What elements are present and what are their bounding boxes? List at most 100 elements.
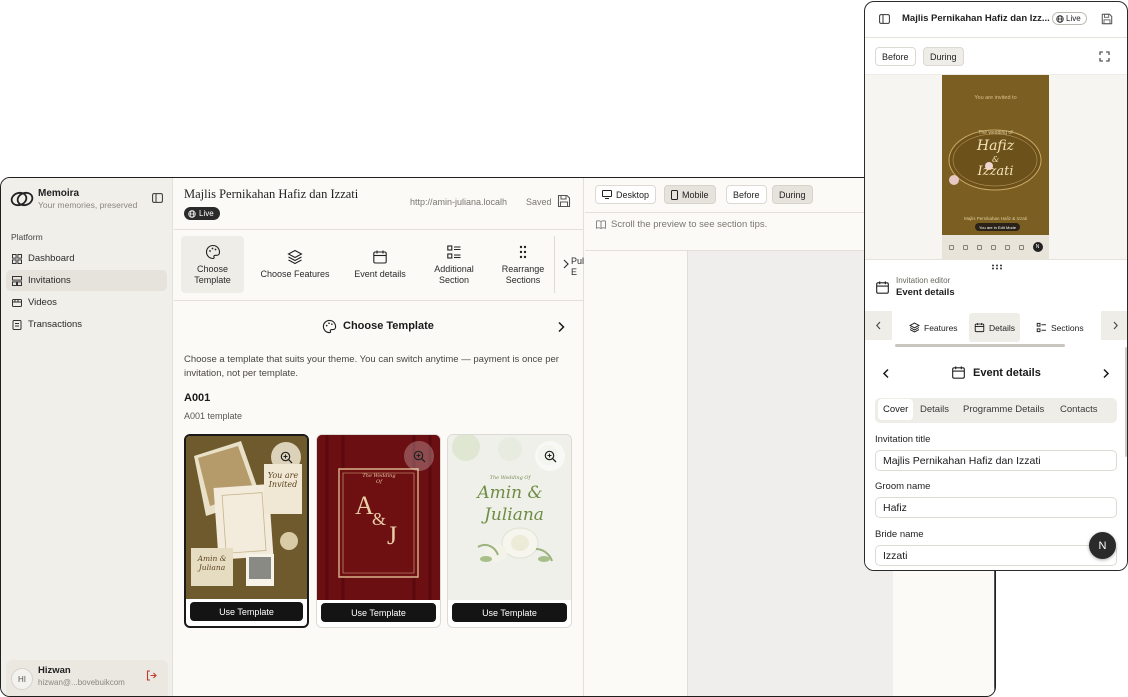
sidebar: Memoira Your memories, preserved Platfor… <box>1 178 173 696</box>
status-badge-label: Live <box>199 209 214 218</box>
sidebar-item-label: Dashboard <box>28 253 75 264</box>
template-card-a001-2[interactable]: The Wedding Of A & J Use Template <box>316 434 441 628</box>
tab-sections[interactable]: Sections <box>1031 313 1089 342</box>
use-template-button[interactable]: Use Template <box>321 603 436 622</box>
divider <box>174 229 584 230</box>
film-icon <box>12 298 22 307</box>
preview-hint: Scroll the preview to see section tips. <box>611 219 768 230</box>
step-event-details[interactable]: Event details <box>344 236 416 293</box>
segment-contacts[interactable]: Contacts <box>1055 399 1103 420</box>
card-amp: & <box>991 155 1000 164</box>
divider <box>174 300 584 301</box>
toggle-sidebar-icon[interactable] <box>152 193 163 203</box>
tabs-scroll-right-button[interactable] <box>1101 311 1127 340</box>
next-section-chevron-icon[interactable] <box>1102 368 1110 379</box>
zoom-in-icon[interactable] <box>271 442 301 472</box>
sidebar-section-label: Platform <box>11 232 43 242</box>
user-email: hizwan@...bovebuikcom <box>38 678 125 687</box>
tabs-scroll-left-button[interactable] <box>865 311 892 340</box>
sidebar-item-dashboard[interactable]: Dashboard <box>6 248 167 269</box>
sidebar-item-label: Transactions <box>28 319 83 330</box>
grip-icon <box>519 245 527 258</box>
step-additional-section[interactable]: Additional Section <box>422 236 486 293</box>
card-footer-text: Majlis Pernikahan Hafiz & Izzati <box>963 216 1028 221</box>
layers-icon <box>287 249 303 265</box>
edit-mode-pill: You are in Edit Mode <box>975 223 1020 231</box>
template-script-names: Amin & Juliana <box>197 554 227 572</box>
prev-section-chevron-icon[interactable] <box>882 368 890 379</box>
grid-icon <box>12 253 22 264</box>
card-avatar: N <box>1032 242 1043 252</box>
use-template-button[interactable]: Use Template <box>190 602 303 621</box>
list-icon <box>1036 322 1046 333</box>
user-name: Hizwan <box>38 665 71 676</box>
template-initial-a: A <box>355 491 374 520</box>
layers-icon <box>909 322 920 333</box>
site-url-link[interactable]: http://amin-juliana.localh <box>410 197 507 207</box>
sidebar-item-transactions[interactable]: Transactions <box>6 314 167 335</box>
before-stage-button[interactable]: Before <box>726 185 767 204</box>
toggle-sidebar-icon[interactable] <box>879 14 890 24</box>
use-template-button[interactable]: Use Template <box>452 603 567 622</box>
tab-features[interactable]: Features <box>904 313 963 342</box>
step-rearrange-sections[interactable]: Rearrange Sections <box>490 236 556 293</box>
template-initial-b: J <box>387 521 398 550</box>
groom-name-input[interactable]: Hafiz <box>875 497 1117 518</box>
during-stage-button[interactable]: During <box>923 47 964 66</box>
zoom-in-icon[interactable] <box>535 441 565 471</box>
nav-dot-icon <box>990 244 996 250</box>
save-icon[interactable] <box>1101 13 1113 25</box>
step-publish-partial[interactable]: Pul E <box>554 236 584 293</box>
card-wedding-of-text: The wedding of <box>978 130 1013 136</box>
chevron-right-icon <box>1113 321 1118 330</box>
nav-dot-icon <box>976 244 982 250</box>
sidebar-item-invitations[interactable]: Invitations <box>6 270 167 291</box>
template-group-code: A001 <box>184 392 211 404</box>
assistant-fab[interactable]: N <box>1089 532 1116 559</box>
fullscreen-icon[interactable] <box>1099 51 1110 62</box>
nav-dot-icon <box>962 244 968 250</box>
before-stage-button[interactable]: Before <box>875 47 916 66</box>
nav-dot-icon <box>1004 244 1010 250</box>
drag-handle-icon[interactable] <box>991 264 1003 270</box>
bride-name-input[interactable]: Izzati <box>875 545 1117 566</box>
mobile-page-title: Majlis Pernikahan Hafiz dan Izz... <box>902 13 1050 24</box>
segment-cover[interactable]: Cover <box>878 399 914 420</box>
groom-name-label: Groom name <box>875 481 931 492</box>
segment-programme-details[interactable]: Programme Details <box>958 399 1049 420</box>
step-choose-features[interactable]: Choose Features <box>252 236 338 293</box>
sidebar-item-label: Invitations <box>28 275 71 286</box>
zoom-in-icon[interactable] <box>404 441 434 471</box>
save-status: Saved <box>526 197 552 207</box>
invitation-title-input[interactable]: Majlis Pernikahan Hafiz dan Izzati <box>875 450 1117 471</box>
during-stage-button[interactable]: During <box>772 185 813 204</box>
panel-title: Choose Template <box>343 320 434 332</box>
globe-icon <box>188 209 196 218</box>
mobile-view-button[interactable]: Mobile <box>664 185 716 204</box>
invitation-title-label: Invitation title <box>875 434 931 445</box>
step-choose-template[interactable]: Choose Template <box>181 236 244 293</box>
mobile-editor-window: Majlis Pernikahan Hafiz dan Izz... Live … <box>864 1 1128 571</box>
desktop-view-button[interactable]: Desktop <box>595 185 657 204</box>
template-card-a001-3[interactable]: The Wedding Of Amin & Juliana Use Templa… <box>447 434 572 628</box>
template-small-text: The Wedding Of <box>489 475 531 481</box>
sidebar-item-videos[interactable]: Videos <box>6 292 167 313</box>
brand-name: Memoira <box>38 188 80 199</box>
logout-icon[interactable] <box>146 670 157 681</box>
status-badge: Live <box>1052 12 1087 25</box>
next-step-chevron-icon[interactable] <box>557 321 566 333</box>
template-group-subtitle: A001 template <box>184 411 243 421</box>
scrollbar[interactable] <box>1125 347 1127 457</box>
segment-details[interactable]: Details <box>915 399 954 420</box>
list-icon <box>447 244 461 259</box>
editor-caption: Invitation editor <box>896 276 951 285</box>
save-icon[interactable] <box>557 194 571 208</box>
invitation-card: You are invited to The wedding of Hafiz … <box>942 75 1049 259</box>
tab-details[interactable]: Details <box>969 313 1020 342</box>
calendar-icon <box>974 323 985 333</box>
status-badge: Live <box>184 207 220 220</box>
template-card-a001-1[interactable]: You are Invited Amin & Juliana Use Templ… <box>184 434 309 628</box>
editor-panel: Majlis Pernikahan Hafiz dan Izzati Live … <box>174 178 584 696</box>
receipt-icon <box>12 319 22 330</box>
user-card[interactable]: HI Hizwan hizwan@...bovebuikcom <box>6 660 168 696</box>
